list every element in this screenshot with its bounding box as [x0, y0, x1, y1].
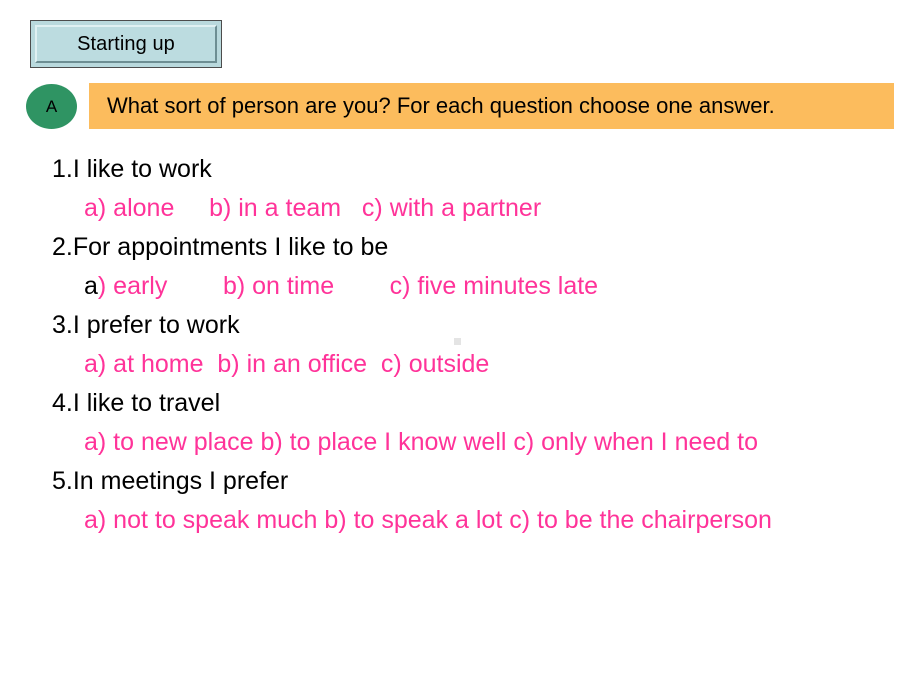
question-2-text: For appointments I like to be	[72, 233, 389, 261]
question-4-number: 4.	[52, 389, 73, 417]
section-title-box: Starting up	[30, 20, 222, 68]
stray-artifact-mark	[454, 338, 461, 345]
task-instruction-text: What sort of person are you? For each qu…	[107, 93, 775, 118]
question-3-text: I prefer to work	[72, 311, 240, 339]
question-item-1: 1.I like to work a) alone b) in a team c…	[52, 150, 902, 228]
question-3-number: 3.	[52, 311, 73, 339]
task-badge-letter: A	[45, 97, 58, 116]
question-1-text: I like to work	[72, 155, 212, 183]
question-3-stem: 3.I prefer to work	[52, 306, 902, 345]
question-item-2: 2.For appointments I like to be a) early…	[52, 228, 902, 306]
task-instruction-bar: What sort of person are you? For each qu…	[89, 83, 894, 129]
question-2-number: 2.	[52, 233, 73, 261]
question-5-options[interactable]: a) not to speak much b) to speak a lot c…	[52, 501, 902, 540]
question-2-stem: 2.For appointments I like to be	[52, 228, 902, 267]
question-2-options[interactable]: a) early b) on time c) five minutes late	[52, 267, 902, 306]
question-2-option-a-rest: ) early	[97, 272, 168, 300]
question-4-stem: 4.I like to travel	[52, 384, 902, 423]
question-4-text: I like to travel	[72, 389, 221, 417]
question-4-options[interactable]: a) to new place b) to place I know well …	[52, 423, 902, 462]
question-1-number: 1.	[52, 155, 73, 183]
question-item-3: 3.I prefer to work a) at home b) in an o…	[52, 306, 902, 384]
question-5-stem: 5.In meetings I prefer	[52, 462, 902, 501]
question-item-4: 4.I like to travel a) to new place b) to…	[52, 384, 902, 462]
question-1-options[interactable]: a) alone b) in a team c) with a partner	[52, 189, 902, 228]
question-1-stem: 1.I like to work	[52, 150, 902, 189]
question-2-option-a-letter: a	[84, 272, 98, 300]
question-5-number: 5.	[52, 467, 73, 495]
task-banner: A What sort of person are you? For each …	[26, 83, 894, 129]
question-2-options-tail: b) on time c) five minutes late	[167, 272, 599, 300]
section-title-bevel: Starting up	[35, 25, 217, 63]
question-3-options[interactable]: a) at home b) in an office c) outside	[52, 345, 902, 384]
question-item-5: 5.In meetings I prefer a) not to speak m…	[52, 462, 902, 540]
question-list: 1.I like to work a) alone b) in a team c…	[52, 150, 902, 540]
section-title-label: Starting up	[77, 33, 175, 55]
task-badge-circle: A	[26, 84, 77, 129]
question-5-text: In meetings I prefer	[72, 467, 289, 495]
